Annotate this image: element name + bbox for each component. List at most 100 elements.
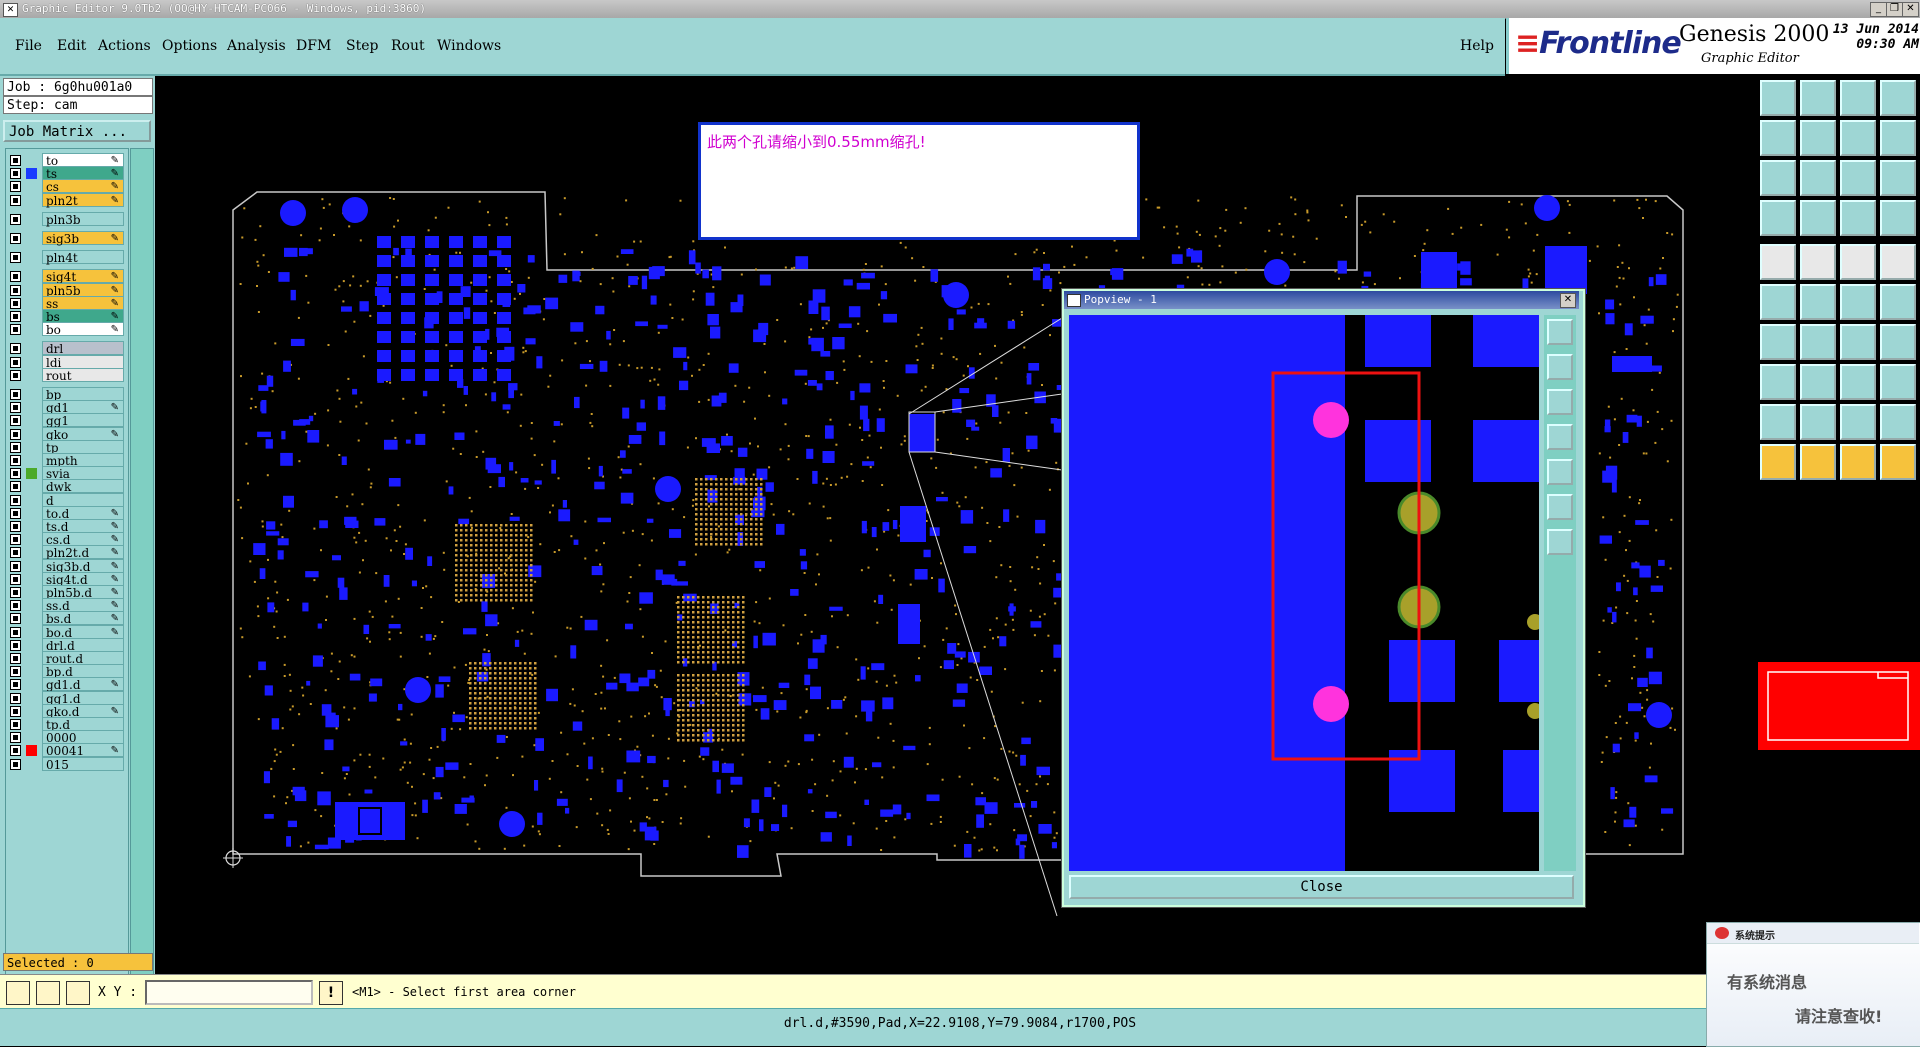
layer-name[interactable]: dwk (42, 479, 124, 494)
layer-name[interactable]: cs ✎ (42, 179, 124, 194)
tool-button-28[interactable] (1880, 324, 1916, 360)
tool-button-29[interactable] (1760, 364, 1796, 400)
layer-name[interactable]: bp.d (42, 664, 124, 679)
tool-button-5[interactable] (1760, 120, 1796, 156)
tool-button-19[interactable] (1840, 244, 1876, 280)
tool-button-39[interactable] (1840, 444, 1876, 480)
tool-button-21[interactable] (1760, 284, 1796, 320)
minimize-button[interactable]: _ (1870, 2, 1887, 17)
layer-color-swatch[interactable] (26, 745, 37, 757)
layer-checkbox[interactable] (10, 284, 21, 296)
layer-name[interactable]: sig3b.d ✎ (42, 558, 124, 574)
layer-name[interactable]: 00041 ✎ (42, 743, 124, 758)
layer-checkbox[interactable] (10, 343, 21, 355)
layer-row[interactable]: sig3b ✎ (8, 231, 126, 246)
layer-checkbox[interactable] (10, 415, 21, 427)
grid-icon[interactable] (66, 981, 90, 1005)
layer-name[interactable]: ldi (42, 354, 124, 370)
layer-checkbox[interactable] (10, 455, 21, 466)
popview-tool-5[interactable] (1547, 459, 1573, 485)
layer-checkbox[interactable] (10, 560, 21, 572)
tool-button-34[interactable] (1800, 404, 1836, 440)
tool-button-40[interactable] (1880, 444, 1916, 480)
layer-name[interactable]: rout (42, 367, 124, 383)
layer-checkbox[interactable] (10, 666, 21, 678)
tool-button-25[interactable] (1760, 324, 1796, 360)
tool-button-15[interactable] (1840, 200, 1876, 236)
layer-checkbox[interactable] (10, 271, 21, 283)
layer-name[interactable]: bs.d ✎ (42, 611, 124, 626)
layer-name[interactable]: bp (42, 387, 124, 402)
xy-input[interactable] (145, 980, 313, 1005)
menu-options[interactable]: Options (162, 38, 217, 54)
tool-button-6[interactable] (1800, 120, 1836, 156)
layer-name[interactable]: pln3b (42, 211, 124, 227)
layer-name[interactable]: 0000 (42, 730, 124, 745)
system-notification[interactable]: 系统提示 有系统消息 请注意查收! (1706, 922, 1920, 1047)
layer-name[interactable]: gd1 ✎ (42, 400, 124, 415)
tool-button-2[interactable] (1800, 80, 1836, 116)
menu-help[interactable]: Help (1460, 38, 1494, 54)
layer-name[interactable]: ss ✎ (42, 295, 124, 311)
menu-actions[interactable]: Actions (98, 38, 151, 54)
layer-checkbox[interactable] (10, 521, 21, 532)
layer-name[interactable]: pln5b ✎ (42, 282, 124, 298)
layer-checkbox[interactable] (10, 573, 21, 585)
layer-checkbox[interactable] (10, 428, 21, 440)
layer-checkbox[interactable] (10, 181, 21, 193)
overview-map[interactable] (1758, 662, 1920, 750)
layer-checkbox[interactable] (10, 639, 21, 651)
layer-checkbox[interactable] (10, 732, 21, 744)
tool-button-26[interactable] (1800, 324, 1836, 360)
tool-button-14[interactable] (1800, 200, 1836, 236)
tool-button-9[interactable] (1760, 160, 1796, 196)
layer-name[interactable]: bo ✎ (42, 322, 124, 337)
layer-name[interactable]: bs ✎ (42, 309, 124, 324)
layer-checkbox[interactable] (10, 194, 21, 206)
menu-dfm[interactable]: DFM (296, 38, 331, 54)
popview-close-button[interactable]: Close (1069, 875, 1574, 899)
popview-title-bar[interactable]: Popview - 1 ✕ (1064, 291, 1579, 309)
tool-button-10[interactable] (1800, 160, 1836, 196)
layer-checkbox[interactable] (10, 468, 21, 480)
tool-button-12[interactable] (1880, 160, 1916, 196)
layer-name[interactable]: cs.d ✎ (42, 532, 124, 547)
layer-checkbox[interactable] (10, 252, 21, 264)
layer-checkbox[interactable] (10, 311, 21, 322)
layer-checkbox[interactable] (10, 297, 21, 309)
tool-button-22[interactable] (1800, 284, 1836, 320)
layer-name[interactable]: tp.d (42, 717, 124, 732)
tool-button-33[interactable] (1760, 404, 1796, 440)
layer-row[interactable]: pln2t ✎ (8, 192, 126, 208)
tool-button-35[interactable] (1840, 404, 1876, 440)
tool-button-1[interactable] (1760, 80, 1796, 116)
tool-button-16[interactable] (1880, 200, 1916, 236)
menu-edit[interactable]: Edit (57, 38, 86, 54)
layer-checkbox[interactable] (10, 692, 21, 704)
layer-checkbox[interactable] (10, 369, 21, 381)
layer-name[interactable]: 015 (42, 756, 124, 772)
maximize-button[interactable]: ❐ (1886, 2, 1903, 17)
layer-name[interactable]: pln2t ✎ (42, 192, 124, 208)
layer-checkbox[interactable] (10, 719, 21, 730)
layer-name[interactable]: gko ✎ (42, 426, 124, 442)
layer-checkbox[interactable] (10, 653, 21, 664)
layer-name[interactable]: pln4t (42, 250, 124, 265)
popview-tool-6[interactable] (1547, 494, 1573, 520)
layer-checkbox[interactable] (10, 402, 21, 414)
layer-name[interactable]: gg1.d (42, 690, 124, 706)
tool-button-36[interactable] (1880, 404, 1916, 440)
tool-button-24[interactable] (1880, 284, 1916, 320)
close-window-button[interactable]: ✕ (1902, 2, 1919, 17)
layer-checkbox[interactable] (10, 441, 21, 453)
layer-checkbox[interactable] (10, 758, 21, 770)
layer-checkbox[interactable] (10, 324, 21, 336)
layer-name[interactable]: svia (42, 466, 124, 481)
layer-checkbox[interactable] (10, 356, 21, 368)
layer-name[interactable]: gd1.d ✎ (42, 677, 124, 692)
layer-name[interactable]: to ✎ (42, 153, 124, 168)
layer-name[interactable]: sig3b ✎ (42, 231, 124, 246)
popview-tool-3[interactable] (1547, 389, 1573, 415)
menu-rout[interactable]: Rout (391, 38, 425, 54)
tool-button-23[interactable] (1840, 284, 1876, 320)
